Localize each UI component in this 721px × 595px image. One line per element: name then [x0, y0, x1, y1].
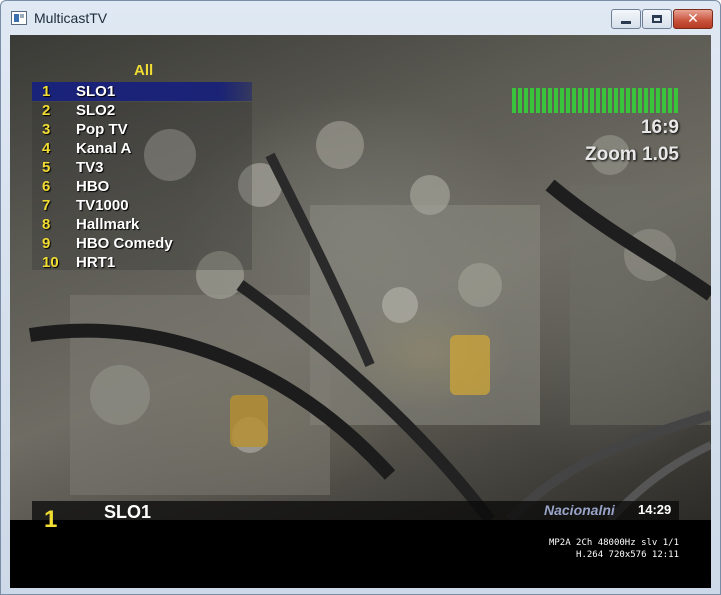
signal-bar: [644, 88, 648, 113]
channel-item-7[interactable]: 7 TV1000: [32, 196, 252, 215]
video-stream-info: H.264 720x576 12:11: [576, 550, 679, 560]
network-name: Nacionalni: [544, 502, 615, 518]
signal-bar: [638, 88, 642, 113]
signal-bar: [626, 88, 630, 113]
signal-bar: [554, 88, 558, 113]
signal-bar: [518, 88, 522, 113]
app-icon: [11, 11, 27, 25]
zoom-indicator: Zoom 1.05: [585, 144, 679, 165]
channel-name: SLO1: [76, 83, 116, 100]
channel-name: SLO2: [76, 102, 116, 119]
signal-bar: [542, 88, 546, 113]
channel-name: TV3: [76, 159, 104, 176]
close-button[interactable]: ✕: [673, 9, 713, 29]
channel-item-5[interactable]: 5 TV3: [32, 158, 252, 177]
channel-name: HBO Comedy: [76, 235, 173, 252]
signal-bar: [578, 88, 582, 113]
signal-bar: [590, 88, 594, 113]
signal-bar: [548, 88, 552, 113]
signal-bar: [632, 88, 636, 113]
channel-item-9[interactable]: 9 HBO Comedy: [32, 234, 252, 253]
channel-number: 10: [42, 254, 59, 271]
channel-number: 6: [42, 178, 51, 195]
channel-number: 8: [42, 216, 51, 233]
channel-item-10[interactable]: 10 HRT1: [32, 253, 252, 272]
maximize-button[interactable]: [642, 9, 672, 29]
signal-bar: [584, 88, 588, 113]
channel-number: 1: [42, 83, 51, 100]
channel-name: Kanal A: [76, 140, 132, 157]
channel-number: 7: [42, 197, 51, 214]
signal-bar: [536, 88, 540, 113]
channel-name: HRT1: [76, 254, 116, 271]
signal-bar: [524, 88, 528, 113]
channel-number: 2: [42, 102, 51, 119]
signal-bar: [668, 88, 672, 113]
channel-name: HBO: [76, 178, 110, 195]
signal-bar: [674, 88, 678, 113]
signal-bar: [656, 88, 660, 113]
signal-bar: [560, 88, 564, 113]
channel-number: 3: [42, 121, 51, 138]
aspect-ratio-indicator: 16:9: [640, 117, 679, 138]
current-channel-number: 1: [44, 506, 58, 533]
signal-strength-meter: [512, 88, 678, 113]
channel-name: Pop TV: [76, 121, 128, 138]
channel-item-1[interactable]: 1 SLO1: [32, 82, 252, 101]
channel-name: TV1000: [76, 197, 129, 214]
signal-bar: [572, 88, 576, 113]
clock-time: 14:29: [638, 502, 672, 517]
signal-bar: [602, 88, 606, 113]
channel-item-3[interactable]: 3 Pop TV: [32, 120, 252, 139]
channel-number: 9: [42, 235, 51, 252]
channel-item-6[interactable]: 6 HBO: [32, 177, 252, 196]
close-icon: ✕: [687, 11, 699, 27]
signal-bar: [662, 88, 666, 113]
signal-bar: [596, 88, 600, 113]
window-controls: ✕: [611, 9, 713, 29]
minimize-icon: [621, 20, 631, 24]
channel-number: 4: [42, 140, 51, 157]
channel-item-4[interactable]: 4 Kanal A: [32, 139, 252, 158]
channel-item-8[interactable]: 8 Hallmark: [32, 215, 252, 234]
signal-bar: [608, 88, 612, 113]
video-area[interactable]: All 1 SLO1 2 SLO2 3 Pop TV 4 Kanal A 5 T…: [10, 35, 711, 588]
channel-item-2[interactable]: 2 SLO2: [32, 101, 252, 120]
maximize-icon: [652, 15, 662, 23]
channel-name: Hallmark: [76, 216, 140, 233]
app-window: MulticastTV ✕ All 1 SLO1 2 SLO2 3 Pop TV…: [0, 0, 721, 595]
minimize-button[interactable]: [611, 9, 641, 29]
signal-bar: [512, 88, 516, 113]
signal-bar: [650, 88, 654, 113]
signal-bar: [620, 88, 624, 113]
signal-bar: [614, 88, 618, 113]
channel-group-title: All: [134, 62, 154, 79]
current-channel-name: SLO1: [104, 502, 152, 522]
channel-number: 5: [42, 159, 51, 176]
signal-bar: [530, 88, 534, 113]
channel-list: 1 SLO1 2 SLO2 3 Pop TV 4 Kanal A 5 TV3 6…: [32, 82, 252, 272]
signal-bar: [566, 88, 570, 113]
window-title: MulticastTV: [34, 10, 108, 26]
title-bar[interactable]: MulticastTV ✕: [1, 1, 720, 35]
audio-stream-info: MP2A 2Ch 48000Hz slv 1/1: [548, 538, 679, 548]
